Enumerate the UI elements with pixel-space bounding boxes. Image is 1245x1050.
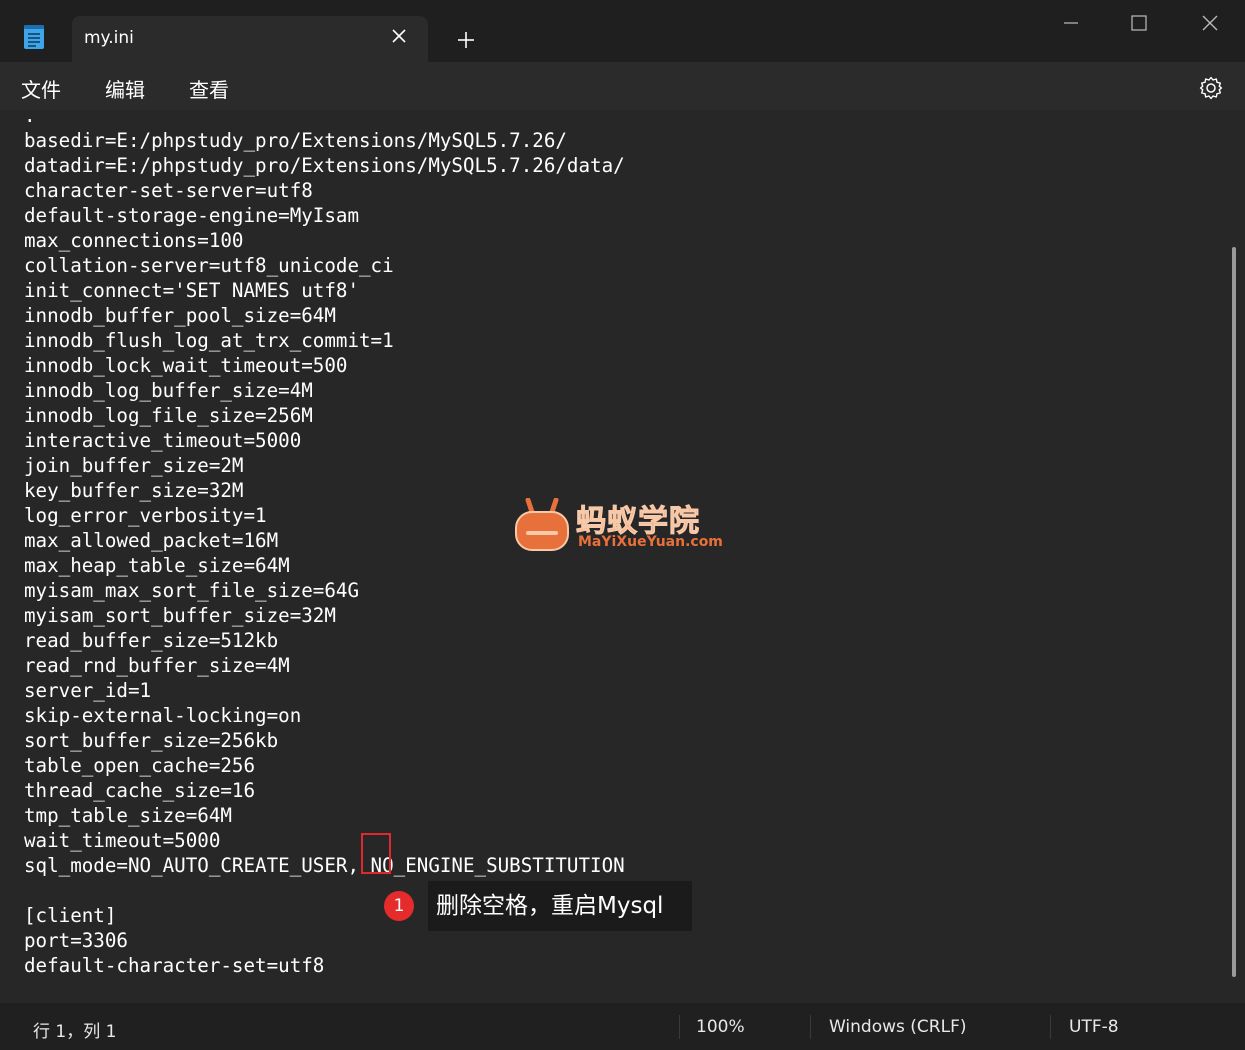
editor-line[interactable]: sort_buffer_size=256kb	[24, 728, 625, 753]
editor-line[interactable]: default-storage-engine=MyIsam	[24, 203, 625, 228]
new-tab-icon[interactable]	[455, 29, 477, 51]
editor-line[interactable]: max_heap_table_size=64M	[24, 553, 625, 578]
close-tab-icon[interactable]	[390, 27, 408, 45]
editor-line[interactable]: max_connections=100	[24, 228, 625, 253]
minimize-icon[interactable]	[1060, 12, 1082, 34]
maximize-icon[interactable]	[1128, 12, 1150, 34]
editor-line[interactable]: collation-server=utf8_unicode_ci	[24, 253, 625, 278]
title-bar: my.ini	[0, 0, 1245, 62]
ant-logo-icon	[515, 498, 569, 551]
editor-line[interactable]: interactive_timeout=5000	[24, 428, 625, 453]
editor-line[interactable]: default-character-set=utf8	[24, 953, 625, 978]
editor-line[interactable]: table_open_cache=256	[24, 753, 625, 778]
editor-line[interactable]: basedir=E:/phpstudy_pro/Extensions/MySQL…	[24, 128, 625, 153]
editor-line[interactable]: server_id=1	[24, 678, 625, 703]
tab-my-ini[interactable]: my.ini	[72, 16, 428, 62]
editor-line[interactable]: innodb_flush_log_at_trx_commit=1	[24, 328, 625, 353]
editor-line[interactable]: tmp_table_size=64M	[24, 803, 625, 828]
tab-title: my.ini	[84, 28, 134, 48]
encoding[interactable]: UTF-8	[1069, 1017, 1119, 1037]
status-divider	[810, 1015, 811, 1039]
editor-line[interactable]: wait_timeout=5000	[24, 828, 625, 853]
editor-line[interactable]: skip-external-locking=on	[24, 703, 625, 728]
editor-line[interactable]: sql_mode=NO_AUTO_CREATE_USER, NO_ENGINE_…	[24, 853, 625, 878]
vertical-scrollbar[interactable]	[1232, 247, 1236, 977]
menu-file[interactable]: 文件	[21, 74, 61, 103]
editor-line[interactable]: .	[24, 110, 625, 128]
notepad-icon	[24, 25, 44, 49]
menu-view[interactable]: 查看	[189, 74, 229, 103]
editor-line[interactable]: character-set-server=utf8	[24, 178, 625, 203]
editor-line[interactable]: myisam_sort_buffer_size=32M	[24, 603, 625, 628]
watermark: 蚂蚁学院 MaYiXueYuan.com	[512, 496, 732, 556]
menu-bar: 文件 编辑 查看	[0, 62, 1245, 110]
line-ending[interactable]: Windows (CRLF)	[829, 1017, 967, 1037]
editor-line[interactable]: myisam_max_sort_file_size=64G	[24, 578, 625, 603]
editor-line[interactable]: read_rnd_buffer_size=4M	[24, 653, 625, 678]
zoom-level[interactable]: 100%	[696, 1017, 745, 1037]
menu-edit[interactable]: 编辑	[105, 74, 145, 103]
space-highlight-box	[361, 833, 391, 874]
editor-line[interactable]: innodb_buffer_pool_size=64M	[24, 303, 625, 328]
editor-line[interactable]: thread_cache_size=16	[24, 778, 625, 803]
status-divider	[1050, 1015, 1051, 1039]
status-divider	[679, 1015, 680, 1039]
editor-line[interactable]: init_connect='SET NAMES utf8'	[24, 278, 625, 303]
editor-line[interactable]: innodb_lock_wait_timeout=500	[24, 353, 625, 378]
editor-line[interactable]: port=3306	[24, 928, 625, 953]
editor-line[interactable]: join_buffer_size=2M	[24, 453, 625, 478]
editor-line[interactable]: innodb_log_file_size=256M	[24, 403, 625, 428]
step-badge: 1	[384, 891, 414, 921]
editor-line[interactable]: innodb_log_buffer_size=4M	[24, 378, 625, 403]
text-editor[interactable]: . basedir=E:/phpstudy_pro/Extensions/MySQ…	[0, 110, 1245, 1003]
annotation-callout: 删除空格，重启Mysql	[428, 881, 692, 931]
cursor-position: 行 1，列 1	[33, 1022, 117, 1042]
close-window-icon[interactable]	[1199, 12, 1221, 34]
watermark-url: MaYiXueYuan.com	[578, 534, 723, 550]
editor-line[interactable]: read_buffer_size=512kb	[24, 628, 625, 653]
status-bar: 行 1，列 1 100% Windows (CRLF) UTF-8	[0, 1003, 1245, 1050]
editor-line[interactable]: datadir=E:/phpstudy_pro/Extensions/MySQL…	[24, 153, 625, 178]
settings-gear-icon[interactable]	[1198, 75, 1224, 101]
